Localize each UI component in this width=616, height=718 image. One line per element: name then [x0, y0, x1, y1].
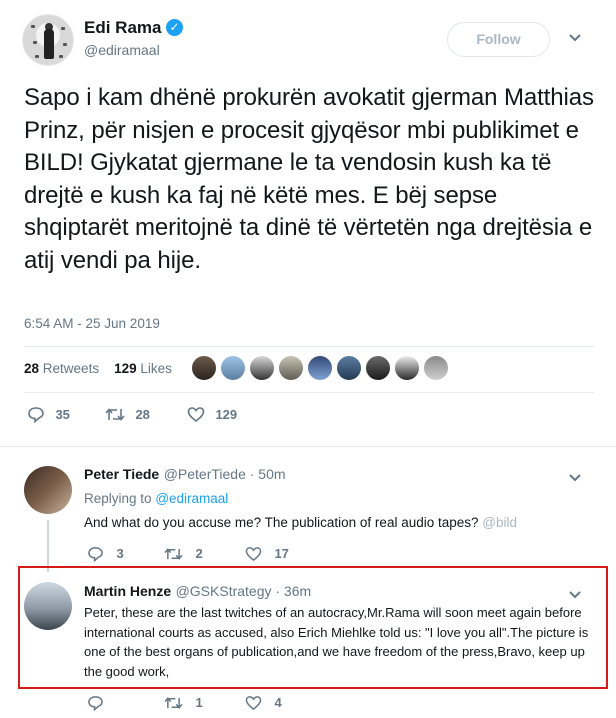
retweet-icon — [164, 547, 183, 560]
avatar[interactable] — [423, 355, 449, 381]
reply-button[interactable]: 35 — [27, 406, 70, 424]
reply-handle-time[interactable]: @GSKStrategy · 36m — [176, 583, 312, 599]
divider — [24, 346, 594, 347]
avatar[interactable] — [249, 355, 275, 381]
reply-avatar[interactable] — [24, 466, 72, 514]
avatar[interactable] — [278, 355, 304, 381]
reply-button[interactable] — [87, 694, 112, 712]
reply-count: 3 — [116, 546, 124, 561]
author-handle[interactable]: @ediramaal — [84, 42, 160, 58]
avatar[interactable] — [365, 355, 391, 381]
like-count: 17 — [274, 546, 289, 561]
like-count: 4 — [274, 695, 282, 710]
tweet-stats: 28 Retweets 129 Likes — [24, 361, 172, 376]
follow-button[interactable]: Follow — [447, 22, 550, 57]
retweet-count: 2 — [195, 546, 203, 561]
thread-line — [47, 520, 49, 572]
avatar[interactable] — [394, 355, 420, 381]
like-button[interactable]: 129 — [187, 406, 237, 424]
retweet-button[interactable]: 28 — [105, 406, 150, 424]
avatar[interactable] — [307, 355, 333, 381]
reply-icon — [88, 695, 103, 712]
reply-author-name[interactable]: Martin Henze — [84, 583, 171, 599]
retweets-stat[interactable]: 28 Retweets — [24, 361, 99, 376]
reply-author-name[interactable]: Peter Tiede — [84, 466, 159, 482]
retweet-icon — [164, 696, 183, 709]
replying-to: Replying to @ediramaal — [84, 491, 229, 506]
verified-badge-icon: ✓ — [166, 19, 183, 36]
like-count: 129 — [215, 407, 238, 422]
reply-button[interactable]: 3 — [87, 545, 124, 563]
avatar[interactable] — [220, 355, 246, 381]
likes-stat[interactable]: 129 Likes — [114, 361, 172, 376]
avatar[interactable] — [191, 355, 217, 381]
tweet-text: Sapo i kam dhënë prokurën avokatit gjerm… — [24, 84, 594, 274]
chevron-down-icon[interactable] — [568, 30, 582, 48]
retweet-button[interactable]: 2 — [164, 545, 203, 563]
like-button[interactable]: 17 — [245, 545, 289, 563]
retweet-icon — [105, 408, 125, 421]
retweet-count: 28 — [135, 407, 150, 422]
reply-icon — [28, 407, 44, 424]
divider — [24, 392, 594, 393]
heart-icon — [245, 695, 262, 710]
like-button[interactable]: 4 — [245, 694, 282, 712]
retweet-count: 1 — [195, 695, 203, 710]
author-avatar[interactable] — [22, 14, 74, 66]
reply-header: Martin Henze @GSKStrategy · 36m — [84, 583, 311, 601]
retweet-button[interactable]: 1 — [164, 694, 203, 712]
reply-count: 35 — [55, 407, 70, 422]
avatar[interactable] — [336, 355, 362, 381]
divider — [0, 446, 616, 447]
chevron-down-icon[interactable] — [568, 470, 582, 488]
reply-avatar[interactable] — [24, 582, 72, 630]
heart-icon — [245, 546, 262, 561]
reply-handle-time[interactable]: @PeterTiede · 50m — [164, 466, 286, 482]
reply-text: Peter, these are the last twitches of an… — [84, 605, 589, 679]
heart-icon — [187, 407, 205, 423]
author-name[interactable]: Edi Rama — [84, 18, 161, 38]
reply-text: And what do you accuse me? The publicati… — [84, 515, 518, 530]
reply-header: Peter Tiede @PeterTiede · 50m — [84, 466, 286, 484]
tweet-timestamp[interactable]: 6:54 AM - 25 Jun 2019 — [24, 316, 160, 331]
mention-link[interactable]: @bild — [482, 515, 517, 530]
replying-to-link[interactable]: @ediramaal — [155, 491, 228, 506]
reply-icon — [88, 546, 103, 563]
